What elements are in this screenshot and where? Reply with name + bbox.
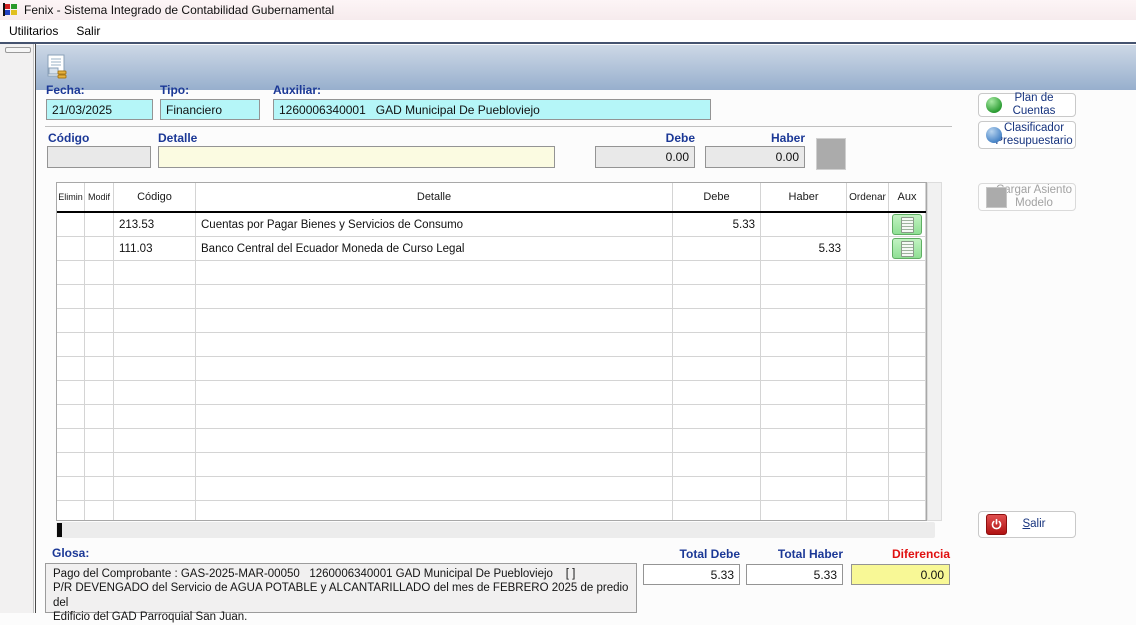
menu-salir[interactable]: Salir [67,22,109,40]
debe-label: Debe [595,131,695,145]
menu-bar: Utilitarios Salir [0,20,1136,42]
total-haber-field: 5.33 [746,564,843,585]
header-ordenar: Ordenar [847,183,889,211]
title-bar: Fenix - Sistema Integrado de Contabilida… [0,0,1136,20]
table-header-row: Elimin Modif Código Detalle Debe Haber O… [57,183,926,213]
auxiliar-label: Auxiliar: [273,83,321,97]
table-row-empty[interactable] [57,357,926,381]
table-row-empty[interactable] [57,453,926,477]
header-modif: Modif [85,183,114,211]
header-debe: Debe [673,183,761,211]
haber-input[interactable]: 0.00 [705,146,805,168]
glosa-textarea[interactable]: Pago del Comprobante : GAS-2025-MAR-0005… [45,563,637,613]
document-list-icon [901,217,914,233]
clasificador-presupuestario-button[interactable]: Clasificador Presupuestario [978,121,1076,149]
gray-square-icon [986,187,1007,208]
total-debe-field: 5.33 [643,564,740,585]
cell-codigo: 111.03 [114,237,196,260]
debe-input[interactable]: 0.00 [595,146,695,168]
header-aux: Aux [889,183,926,211]
table-horizontal-scrollbar[interactable] [56,522,935,538]
tipo-field[interactable]: Financiero [160,99,260,120]
plan-de-cuentas-button[interactable]: Plan de Cuentas [978,93,1076,117]
table-row-empty[interactable] [57,285,926,309]
cargar-asiento-modelo-button[interactable]: Cargar Asiento Modelo [978,183,1076,211]
aux-button[interactable] [892,214,922,235]
haber-label: Haber [705,131,805,145]
table-row-empty[interactable] [57,261,926,285]
window-title: Fenix - Sistema Integrado de Contabilida… [24,3,334,17]
salir-label: alir [1030,518,1045,530]
diferencia-field: 0.00 [851,564,950,585]
salir-underline: S [1022,518,1030,530]
table-vertical-scrollbar[interactable] [927,182,942,521]
voucher-icon[interactable] [45,54,71,82]
header-detalle: Detalle [196,183,673,211]
clasificador-label-line1: Clasificador [1004,122,1064,134]
divider [45,126,952,127]
total-haber-label: Total Haber [746,547,843,561]
codigo-label: Código [48,131,89,145]
table-row-empty[interactable] [57,309,926,333]
cell-detalle: Cuentas por Pagar Bienes y Servicios de … [196,213,673,236]
splitter-grip-icon[interactable] [5,47,31,53]
cell-haber [761,213,847,236]
cargar-label-line1: argar Asiento [1004,184,1072,196]
green-sphere-icon [986,97,1002,113]
cell-haber: 5.33 [761,237,847,260]
glosa-label: Glosa: [52,546,89,560]
blue-sphere-icon [986,127,1002,143]
table-row-empty[interactable] [57,501,926,521]
cell-detalle: Banco Central del Ecuador Moneda de Curs… [196,237,673,260]
menu-utilitarios[interactable]: Utilitarios [0,22,67,40]
table-row-empty[interactable] [57,381,926,405]
codigo-input[interactable] [47,146,151,168]
cell-debe [673,237,761,260]
scrollbar-thumb[interactable] [57,523,62,537]
fecha-label: Fecha: [46,83,85,97]
table-row-empty[interactable] [57,429,926,453]
cell-codigo: 213.53 [114,213,196,236]
total-debe-label: Total Debe [643,547,740,561]
cargar-label-line2: Modelo [1015,197,1053,209]
header-haber: Haber [761,183,847,211]
aux-button[interactable] [892,238,922,259]
table-empty-rows [57,261,926,521]
salir-button[interactable]: Salir [978,511,1076,538]
entries-table: Elimin Modif Código Detalle Debe Haber O… [56,182,927,521]
header-elimin: Elimin [57,183,85,211]
toolbar [36,45,1136,90]
app-icon [3,2,19,18]
table-row[interactable]: 213.53 Cuentas por Pagar Bienes y Servic… [57,213,926,237]
cell-debe: 5.33 [673,213,761,236]
power-icon [986,514,1007,535]
add-entry-button[interactable] [816,138,846,170]
auxiliar-field[interactable]: 1260006340001 GAD Municipal De Pueblovie… [273,99,711,120]
table-row-empty[interactable] [57,405,926,429]
table-row[interactable]: 111.03 Banco Central del Ecuador Moneda … [57,237,926,261]
left-splitter-panel[interactable] [0,44,34,613]
header-codigo: Código [114,183,196,211]
document-list-icon [901,241,914,257]
detalle-input[interactable] [158,146,555,168]
table-row-empty[interactable] [57,333,926,357]
detalle-label: Detalle [158,131,197,145]
tipo-label: Tipo: [160,83,189,97]
table-row-empty[interactable] [57,477,926,501]
diferencia-label: Diferencia [851,547,950,561]
clasificador-label-line2: Presupuestario [995,135,1072,147]
fecha-field[interactable]: 21/03/2025 [46,99,153,120]
